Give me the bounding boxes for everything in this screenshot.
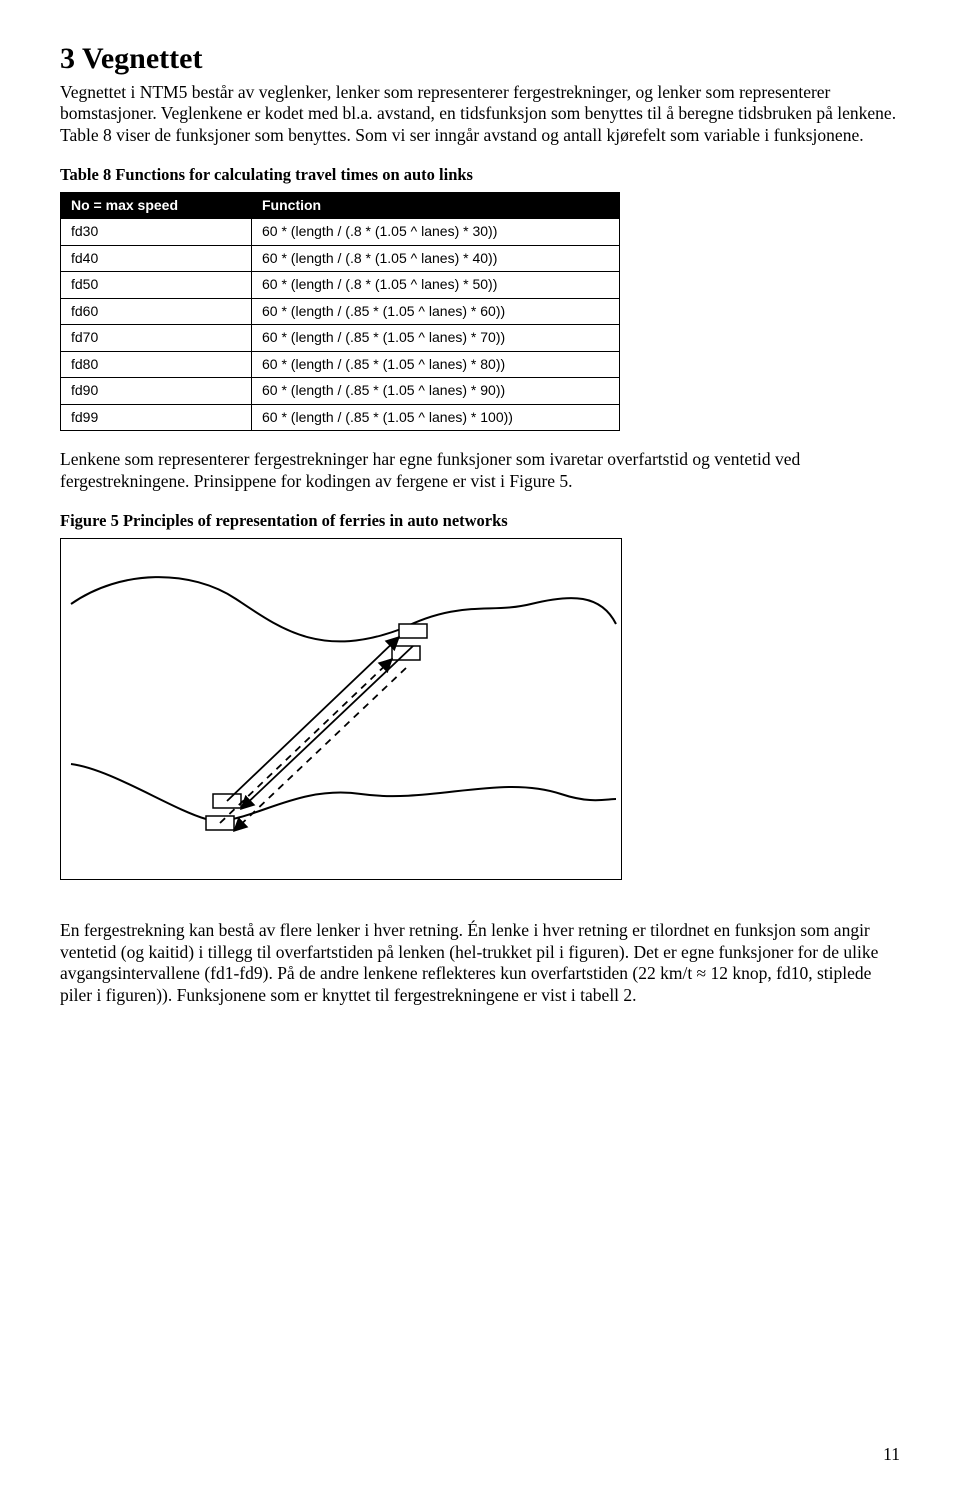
- table-cell-no: fd50: [61, 272, 252, 299]
- table-cell-fn: 60 * (length / (.85 * (1.05 ^ lanes) * 9…: [252, 378, 620, 405]
- table-cell-fn: 60 * (length / (.85 * (1.05 ^ lanes) * 7…: [252, 325, 620, 352]
- table-cell-no: fd40: [61, 245, 252, 272]
- table-cell-fn: 60 * (length / (.8 * (1.05 ^ lanes) * 30…: [252, 219, 620, 246]
- paragraph-3: En fergestrekning kan bestå av flere len…: [60, 920, 900, 1008]
- table-row: fd6060 * (length / (.85 * (1.05 ^ lanes)…: [61, 298, 620, 325]
- table-row: fd9960 * (length / (.85 * (1.05 ^ lanes)…: [61, 404, 620, 431]
- table-cell-no: fd99: [61, 404, 252, 431]
- table8-header-fn: Function: [252, 192, 620, 219]
- table-row: fd3060 * (length / (.8 * (1.05 ^ lanes) …: [61, 219, 620, 246]
- table-row: fd4060 * (length / (.8 * (1.05 ^ lanes) …: [61, 245, 620, 272]
- figure5-diagram: [60, 538, 622, 880]
- table-row: fd7060 * (length / (.85 * (1.05 ^ lanes)…: [61, 325, 620, 352]
- table-row: fd9060 * (length / (.85 * (1.05 ^ lanes)…: [61, 378, 620, 405]
- table8: No = max speed Function fd3060 * (length…: [60, 192, 620, 432]
- section-heading: 3 Vegnettet: [60, 40, 900, 78]
- table-cell-no: fd90: [61, 378, 252, 405]
- table-row: fd8060 * (length / (.85 * (1.05 ^ lanes)…: [61, 351, 620, 378]
- table-row: fd5060 * (length / (.8 * (1.05 ^ lanes) …: [61, 272, 620, 299]
- table-cell-no: fd60: [61, 298, 252, 325]
- table-cell-no: fd70: [61, 325, 252, 352]
- table-cell-fn: 60 * (length / (.85 * (1.05 ^ lanes) * 8…: [252, 351, 620, 378]
- table-cell-fn: 60 * (length / (.85 * (1.05 ^ lanes) * 1…: [252, 404, 620, 431]
- table8-caption: Table 8 Functions for calculating travel…: [60, 165, 900, 186]
- table-cell-fn: 60 * (length / (.8 * (1.05 ^ lanes) * 50…: [252, 272, 620, 299]
- intro-paragraph: Vegnettet i NTM5 består av veglenker, le…: [60, 82, 900, 148]
- table-cell-fn: 60 * (length / (.85 * (1.05 ^ lanes) * 6…: [252, 298, 620, 325]
- page-number: 11: [883, 1444, 900, 1466]
- table-cell-no: fd30: [61, 219, 252, 246]
- table-cell-no: fd80: [61, 351, 252, 378]
- table8-header-no: No = max speed: [61, 192, 252, 219]
- figure5-caption: Figure 5 Principles of representation of…: [60, 511, 900, 532]
- paragraph-2: Lenkene som representerer fergestrekning…: [60, 449, 900, 493]
- table-cell-fn: 60 * (length / (.8 * (1.05 ^ lanes) * 40…: [252, 245, 620, 272]
